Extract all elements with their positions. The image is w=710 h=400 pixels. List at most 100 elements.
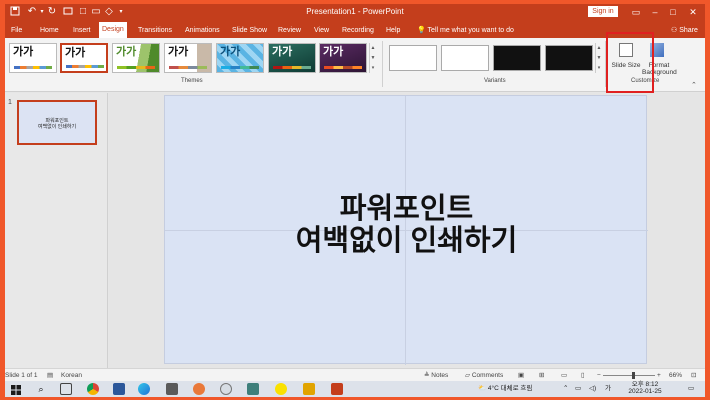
language-indicator[interactable]: Korean: [61, 371, 82, 380]
powerpoint-icon[interactable]: [331, 383, 343, 395]
tab-animations[interactable]: Animations: [185, 23, 220, 38]
slide-title-line2[interactable]: 여백없이 인쇄하기: [165, 225, 648, 257]
collapse-ribbon-icon[interactable]: ⌃: [691, 81, 697, 89]
notes-button[interactable]: ≜ Notes: [424, 371, 448, 380]
theme-office[interactable]: 가가: [9, 43, 57, 73]
volume-icon[interactable]: ◁): [589, 384, 596, 394]
weather-widget[interactable]: ⛅ 4°C 대체로 흐림: [478, 384, 532, 394]
theme-organic[interactable]: 가가: [319, 43, 367, 73]
task-view-icon[interactable]: [60, 383, 72, 395]
design-ribbon: 가가 가가 가가 가가 가가 가가 가가 ▲ ▼ ▾ Themes ▲ ▼ ▾ …: [5, 38, 705, 92]
theme-integral[interactable]: 가가: [164, 43, 212, 73]
tell-me-label: Tell me what you want to do: [427, 27, 514, 34]
share-icon: ⚇: [671, 27, 678, 34]
close-icon[interactable]: ✕: [686, 5, 700, 19]
tab-slide-show[interactable]: Slide Show: [232, 23, 267, 38]
clock[interactable]: 오후 8:12 2022-01-25: [625, 381, 665, 395]
reading-view-icon[interactable]: ▭: [561, 371, 567, 380]
windows-start-icon[interactable]: [10, 383, 22, 395]
chrome-icon[interactable]: [87, 383, 99, 395]
app-3d-icon[interactable]: [247, 383, 259, 395]
variants-gallery-scroll[interactable]: ▲ ▼ ▾: [595, 43, 602, 73]
variant-3[interactable]: [493, 45, 541, 71]
sign-in-button[interactable]: Sign in: [588, 6, 618, 17]
customize-qat-icon[interactable]: ▾: [115, 6, 127, 18]
slide-editor: 파워포인트 여백없이 인쇄하기: [109, 93, 705, 368]
minimize-icon[interactable]: –: [648, 5, 662, 19]
notes-label: Notes: [431, 372, 449, 379]
theme-office-selected[interactable]: 가가: [60, 43, 108, 73]
zoom-slider[interactable]: [603, 375, 655, 376]
tab-recording[interactable]: Recording: [342, 23, 374, 38]
shape-icon[interactable]: ◇: [103, 6, 115, 18]
slide-title-line1[interactable]: 파워포인트: [165, 193, 648, 225]
slide-canvas[interactable]: 파워포인트 여백없이 인쇄하기: [164, 95, 648, 365]
theme-color-strip: [169, 66, 207, 69]
edge-icon[interactable]: [138, 383, 150, 395]
title-bar: ↶ ▾ ↻ □ ▭ ◇ ▾ Presentation1 - PowerPoint…: [5, 4, 705, 20]
tab-help[interactable]: Help: [386, 23, 400, 38]
tab-design[interactable]: Design: [99, 22, 127, 38]
comments-button[interactable]: ▱ Comments: [465, 371, 503, 380]
theme-ion-boardroom[interactable]: 가가: [268, 43, 316, 73]
slideshow-view-icon[interactable]: ▯: [581, 371, 585, 380]
theme-color-strip: [324, 66, 362, 69]
network-icon[interactable]: ▭: [575, 384, 581, 394]
tab-review[interactable]: Review: [278, 23, 301, 38]
weather-icon: ⛅: [478, 385, 487, 392]
variant-2[interactable]: [441, 45, 489, 71]
themes-gallery-scroll[interactable]: ▲ ▼ ▾: [369, 43, 376, 73]
windows-taskbar: ⌕ ⛅ 4°C 대체로 흐림 ⌃ ▭ ◁) 가 오후 8:12 2022-01-…: [5, 381, 705, 397]
slide-size-button[interactable]: [606, 32, 654, 93]
ribbon-display-options-icon[interactable]: ▭: [629, 5, 643, 19]
tab-transitions[interactable]: Transitions: [138, 23, 172, 38]
themes-group-label: Themes: [181, 78, 203, 84]
theme-sample-text: 가가: [168, 46, 189, 58]
word-icon[interactable]: [113, 383, 125, 395]
group-divider: [382, 41, 383, 87]
tray-overflow-icon[interactable]: ⌃: [563, 384, 568, 394]
new-slide-icon[interactable]: □: [77, 6, 89, 18]
proofing-icon[interactable]: ▤: [47, 371, 53, 380]
window-title: Presentation1 - PowerPoint: [306, 7, 404, 16]
kakaotalk-icon[interactable]: [275, 383, 287, 395]
slide-sorter-icon[interactable]: ⊞: [539, 371, 544, 380]
slide-thumbnail[interactable]: 파워포인트 여백없이 인쇄하기: [17, 100, 97, 145]
theme-color-strip: [117, 66, 155, 69]
zoom-slider-thumb[interactable]: [632, 372, 635, 379]
clipboard-app-icon[interactable]: [166, 383, 178, 395]
variant-1[interactable]: [389, 45, 437, 71]
thumbnail-title-line2: 여백없이 인쇄하기: [37, 124, 77, 130]
zoom-level[interactable]: 66%: [669, 371, 682, 380]
save-icon[interactable]: [9, 6, 21, 18]
theme-ion[interactable]: 가가: [216, 43, 264, 73]
clock-app-icon[interactable]: [220, 383, 232, 395]
theme-sample-text: 가가: [65, 47, 86, 59]
zoom-in-icon[interactable]: +: [657, 371, 661, 380]
comment-icon: ▱: [465, 372, 470, 379]
theme-facet[interactable]: 가가: [112, 43, 160, 73]
tell-me-search[interactable]: 💡 Tell me what you want to do: [417, 23, 514, 38]
notification-icon[interactable]: ▭: [688, 384, 694, 394]
slideshow-start-icon[interactable]: [62, 6, 74, 18]
theme-color-strip: [273, 66, 311, 69]
redo-icon[interactable]: ↻: [46, 6, 58, 18]
tab-view[interactable]: View: [314, 23, 329, 38]
theme-sample-text: 가가: [116, 46, 137, 58]
tab-file[interactable]: File: [11, 23, 22, 38]
file-explorer-icon[interactable]: [303, 383, 315, 395]
variant-4[interactable]: [545, 45, 593, 71]
powerpoint-window: ↶ ▾ ↻ □ ▭ ◇ ▾ Presentation1 - PowerPoint…: [5, 4, 705, 397]
tab-insert[interactable]: Insert: [73, 23, 91, 38]
maximize-icon[interactable]: □: [666, 5, 680, 19]
zoom-out-icon[interactable]: −: [597, 371, 601, 380]
fit-to-window-icon[interactable]: ⊡: [691, 371, 696, 380]
open-icon[interactable]: ▭: [90, 6, 102, 18]
comments-label: Comments: [471, 372, 504, 379]
search-icon[interactable]: ⌕: [35, 383, 47, 395]
ime-indicator[interactable]: 가: [605, 384, 611, 394]
normal-view-icon[interactable]: ▣: [518, 371, 524, 380]
chat-app-icon[interactable]: [193, 383, 205, 395]
tab-home[interactable]: Home: [40, 23, 59, 38]
share-button[interactable]: ⚇ Share: [671, 23, 698, 38]
